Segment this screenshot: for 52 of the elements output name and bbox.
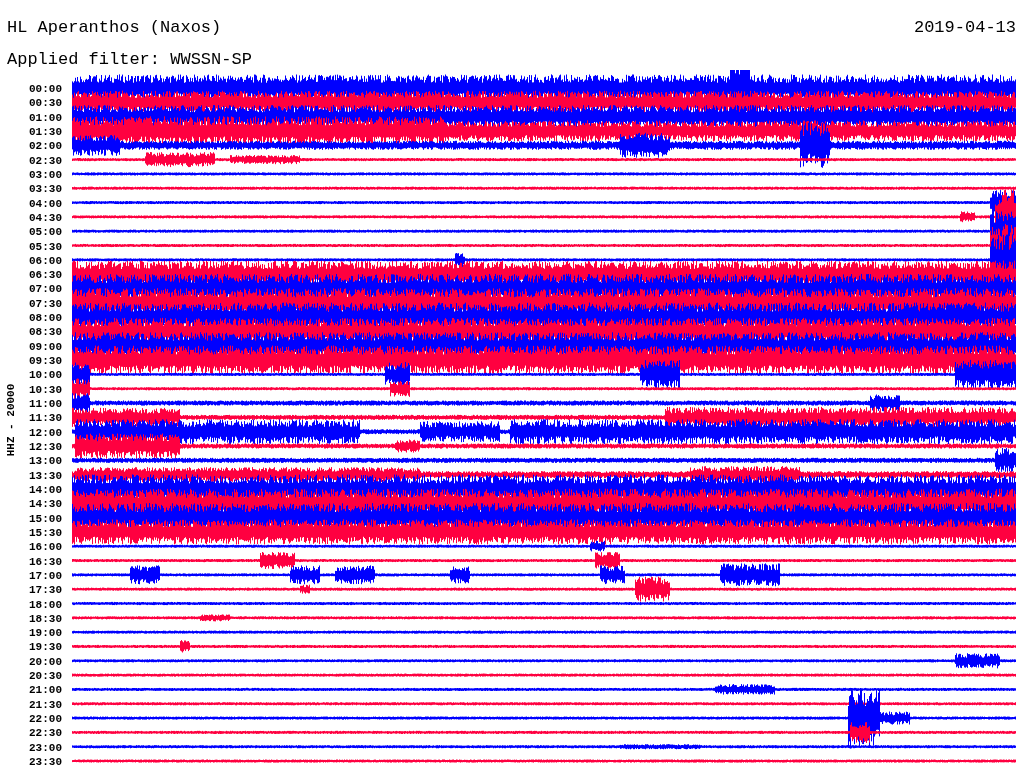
time-label: 04:30 — [29, 211, 62, 224]
time-label: 21:00 — [29, 684, 62, 697]
time-label: 07:30 — [29, 297, 62, 310]
time-label: 02:30 — [29, 154, 62, 167]
time-label: 15:30 — [29, 526, 62, 539]
time-label: 07:00 — [29, 283, 62, 296]
time-label: 22:30 — [29, 727, 62, 740]
time-label: 21:30 — [29, 698, 62, 711]
time-label: 23:00 — [29, 741, 62, 754]
time-label: 00:00 — [29, 83, 62, 95]
time-label: 11:00 — [29, 398, 62, 411]
time-label: 13:30 — [29, 469, 62, 482]
time-label: 12:30 — [29, 441, 62, 453]
time-label: 14:00 — [29, 483, 62, 496]
time-label: 14:30 — [29, 498, 62, 511]
time-label: 17:30 — [29, 584, 62, 597]
time-label: 05:30 — [29, 240, 62, 253]
time-label: 12:00 — [29, 426, 62, 439]
axis-label: HHZ - 20000 — [5, 383, 17, 457]
time-label: 09:30 — [29, 355, 62, 368]
time-label: 20:30 — [29, 670, 62, 683]
date-label: 2019-04-13 — [913, 18, 1016, 38]
time-label: 13:00 — [29, 455, 62, 468]
time-label: 06:00 — [29, 254, 62, 267]
time-label: 00:30 — [29, 97, 62, 110]
time-label: 06:30 — [29, 269, 62, 282]
time-label: 09:00 — [29, 340, 62, 353]
time-label: 03:30 — [29, 183, 62, 196]
time-label: 04:00 — [29, 197, 62, 210]
time-label: 18:00 — [29, 598, 62, 611]
time-label: 20:00 — [29, 655, 62, 668]
time-label: 03:00 — [29, 168, 62, 181]
time-label: 15:00 — [29, 512, 62, 525]
time-label: 05:00 — [29, 226, 62, 239]
time-label: 17:00 — [29, 569, 62, 582]
time-label: 01:30 — [29, 125, 62, 138]
time-label: 16:00 — [29, 541, 62, 554]
time-label: 19:30 — [29, 641, 62, 654]
time-label: 23:30 — [29, 756, 62, 769]
time-label: 08:30 — [29, 326, 62, 339]
time-label: 19:00 — [29, 627, 62, 640]
time-label: 18:30 — [29, 612, 62, 625]
time-label: 16:30 — [29, 555, 62, 568]
station-title: HL Aperanthos (Naxos) — [7, 18, 222, 38]
time-label: 02:00 — [29, 140, 62, 153]
time-label: 08:00 — [29, 312, 62, 325]
time-label: 01:00 — [29, 111, 62, 124]
time-label: 10:30 — [29, 383, 62, 396]
time-label: 10:00 — [29, 369, 62, 382]
time-label: 22:00 — [29, 713, 62, 726]
filter-label: Applied filter: WWSSN-SP — [7, 50, 252, 69]
time-label: 11:30 — [29, 412, 62, 425]
